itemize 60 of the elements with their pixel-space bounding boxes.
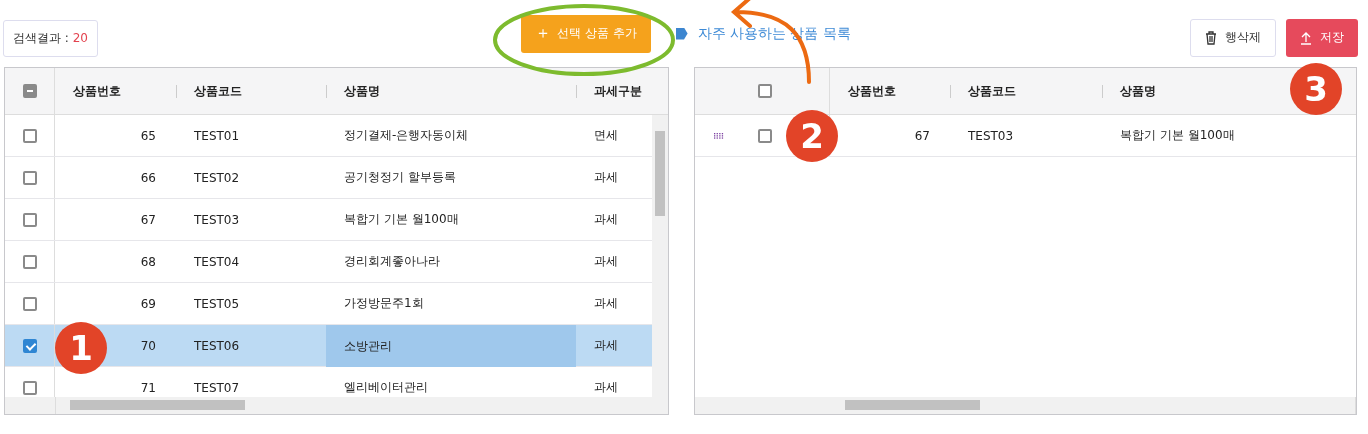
table-cell: 66: [140, 170, 156, 185]
table-cell: 경리회계좋아나라: [344, 253, 440, 270]
table-row[interactable]: 67 TEST03 복합기 기본 월100매 과세: [5, 199, 652, 241]
table-cell: 정기결제-은행자동이체: [344, 127, 469, 144]
header-checkbox[interactable]: [758, 84, 772, 98]
table-row[interactable]: 68 TEST04 경리회계좋아나라 과세: [5, 241, 652, 283]
table-cell: 엘리베이터관리: [344, 379, 428, 396]
drag-handle-icon[interactable]: [713, 132, 724, 139]
table-cell: 소방관리: [344, 337, 392, 355]
table-cell: 면세: [594, 127, 618, 144]
table-cell: TEST01: [194, 128, 240, 143]
row-checkbox[interactable]: [22, 254, 37, 269]
table-cell: 가정방문주1회: [344, 295, 424, 312]
search-result-count: 검색결과 : 20: [3, 19, 98, 57]
table-cell: TEST05: [194, 296, 240, 311]
header-checkbox[interactable]: [22, 84, 37, 98]
column-header[interactable]: 상품코드: [194, 82, 242, 100]
table-cell: 과세: [594, 253, 618, 270]
table-cell: 70: [140, 338, 156, 353]
table-cell: 67: [914, 128, 930, 143]
delete-row-button[interactable]: 행삭제: [1190, 18, 1276, 57]
table-cell: TEST03: [968, 128, 1014, 143]
table-cell: 과세: [594, 169, 618, 186]
row-checkbox[interactable]: [22, 338, 37, 353]
table-row[interactable]: 66 TEST02 공기청정기 할부등록 과세: [5, 157, 652, 199]
table-cell: 공기청정기 할부등록: [344, 169, 456, 186]
table-cell: TEST02: [194, 170, 240, 185]
table-cell: 복합기 기본 월100매: [1120, 127, 1235, 144]
column-header[interactable]: 상품명: [1120, 82, 1156, 100]
save-button[interactable]: 저장: [1286, 18, 1358, 57]
row-checkbox[interactable]: [22, 296, 37, 311]
table-cell: TEST06: [194, 338, 240, 353]
vertical-scrollbar[interactable]: [652, 115, 668, 397]
column-header[interactable]: 상품명: [344, 82, 380, 100]
table-cell: 복합기 기본 월100매: [344, 211, 459, 228]
row-checkbox[interactable]: [22, 170, 37, 185]
table-cell: 과세: [594, 295, 618, 312]
tag-icon: [675, 27, 688, 40]
row-checkbox[interactable]: [758, 128, 772, 143]
table-cell: 과세: [594, 211, 618, 228]
table-cell: 67: [140, 212, 156, 227]
column-header[interactable]: 상품번호: [73, 82, 121, 100]
table-cell: 65: [140, 128, 156, 143]
upload-icon: [1300, 30, 1312, 45]
trash-icon: [1205, 30, 1217, 45]
table-cell: 과세: [594, 379, 618, 396]
table-row[interactable]: 65 TEST01 정기결제-은행자동이체 면세: [5, 115, 652, 157]
table-cell: TEST03: [194, 212, 240, 227]
row-checkbox[interactable]: [22, 128, 37, 143]
row-checkbox[interactable]: [22, 212, 37, 227]
table-cell: 과세: [594, 337, 618, 354]
column-header[interactable]: 상품코드: [968, 82, 1016, 100]
row-checkbox[interactable]: [22, 380, 37, 395]
column-header[interactable]: 상품번호: [848, 82, 896, 100]
table-cell: 71: [140, 380, 156, 395]
table-cell: 69: [140, 296, 156, 311]
column-header[interactable]: 과세구분: [594, 82, 642, 100]
table-cell: 68: [140, 254, 156, 269]
table-cell: TEST07: [194, 380, 240, 395]
table-cell: TEST04: [194, 254, 240, 269]
